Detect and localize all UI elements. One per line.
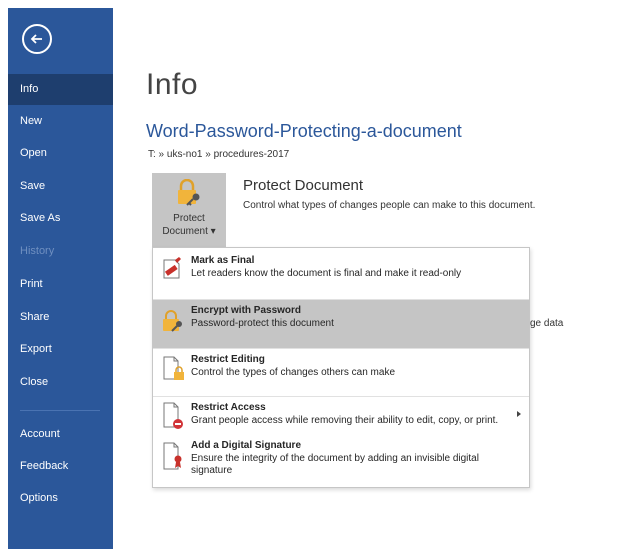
menu-item-title: Mark as Final [191,255,255,266]
menu-item-title: Add a Digital Signature [191,440,302,451]
menu-item-title: Encrypt with Password [191,305,302,316]
nav-feedback[interactable]: Feedback [8,451,113,482]
document-signature-icon [163,442,182,470]
menu-item-description: Ensure the integrity of the document by … [191,453,479,476]
menu-item-description: Control the types of changes others can … [191,367,396,378]
document-path[interactable]: T: » uks-no1 » procedures-2017 [148,149,289,160]
menu-item-title: Restrict Access [191,402,266,413]
nav-options[interactable]: Options [8,483,113,514]
menu-item-encrypt-with-password[interactable]: Encrypt with Password Password-protect t… [153,300,529,348]
document-restrict-icon [163,402,183,429]
menu-item-add-digital-signature[interactable]: Add a Digital Signature Ensure the integ… [153,437,529,487]
back-button[interactable] [22,24,52,54]
nav-new[interactable]: New [8,106,113,137]
nav-export[interactable]: Export [8,334,113,365]
menu-item-restrict-editing[interactable]: Restrict Editing Control the types of ch… [153,349,529,397]
protect-document-button[interactable]: Protect Document ▾ [152,173,226,247]
menu-item-description: Let readers know the document is final a… [191,268,462,279]
nav-print[interactable]: Print [8,269,113,300]
backstage-sidebar: Info New Open Save Save As History Print… [8,8,113,549]
protect-button-label-1: Protect [173,213,205,224]
page-title: Info [146,68,199,101]
lock-key-icon [163,310,182,332]
partial-text: ge data [530,318,564,329]
nav-history: History [20,245,55,257]
menu-item-mark-as-final[interactable]: Mark as Final Let readers know the docum… [153,248,529,298]
protect-document-menu: Mark as Final Let readers know the docum… [152,247,530,488]
sidebar-divider [20,410,100,411]
nav-close[interactable]: Close [8,367,113,398]
document-title: Word-Password-Protecting-a-document [146,121,462,141]
arrow-left-icon [30,34,42,44]
document-lock-icon [163,356,184,380]
nav-info[interactable]: Info [8,74,113,105]
menu-item-description: Grant people access while removing their… [191,415,499,426]
menu-item-title: Restrict Editing [191,354,265,365]
submenu-arrow-icon [517,411,521,417]
menu-item-description: Password-protect this document [191,318,334,329]
nav-account[interactable]: Account [8,419,113,450]
mark-final-icon [163,257,181,279]
lock-key-icon [178,179,200,206]
nav-save[interactable]: Save [8,171,113,202]
nav-open[interactable]: Open [8,138,113,169]
nav-save-as[interactable]: Save As [8,203,113,234]
protect-description: Control what types of changes people can… [243,200,536,211]
protect-heading: Protect Document [243,177,364,194]
protect-button-label-2: Document ▾ [162,226,216,237]
nav-share[interactable]: Share [8,302,113,333]
menu-item-restrict-access[interactable]: Restrict Access Grant people access whil… [153,397,529,437]
